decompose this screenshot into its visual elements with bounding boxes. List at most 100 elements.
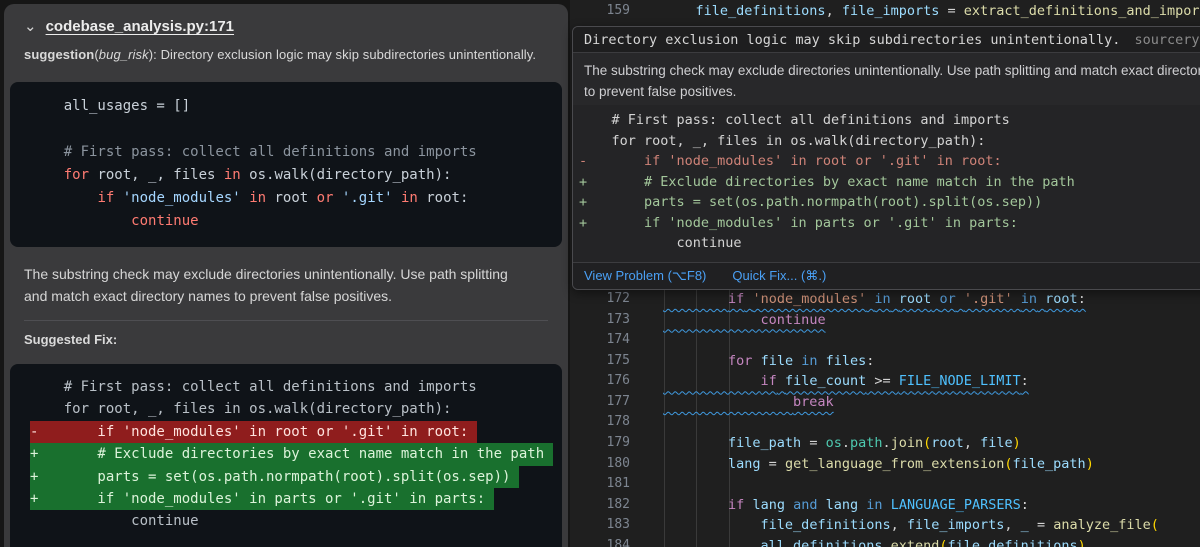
line-content[interactable]: for file in files: xyxy=(663,351,874,372)
diff-line-add: + if 'node_modules' in parts or '.git' i… xyxy=(30,488,562,510)
line-content[interactable]: file_path = os.path.join(root, file) xyxy=(663,433,1021,454)
diagnostic-diff-snippet: # First pass: collect all definitions an… xyxy=(573,105,1200,262)
suggestion-kind: suggestion xyxy=(24,47,94,62)
diagnostic-hover-widget: Directory exclusion logic may skip subdi… xyxy=(572,26,1200,290)
code-line[interactable]: 172 if 'node_modules' in root or '.git' … xyxy=(570,289,1200,310)
gutter-gap xyxy=(630,454,663,475)
line-number[interactable]: 173 xyxy=(570,310,630,331)
diff-line-add: + # Exclude directories by exact name ma… xyxy=(30,443,562,465)
line-content[interactable]: if 'node_modules' in root or '.git' in r… xyxy=(663,289,1086,310)
gutter-gap xyxy=(630,330,663,351)
gutter-gap xyxy=(630,515,663,536)
divider xyxy=(24,320,548,321)
code-line[interactable]: 181 xyxy=(570,474,1200,495)
line-content[interactable]: file_definitions, file_imports = extract… xyxy=(663,1,1200,22)
gutter-gap xyxy=(630,1,663,22)
line-content[interactable]: all_definitions.extend(file_definitions) xyxy=(663,536,1086,547)
gutter-gap xyxy=(630,310,663,331)
diff-line-del: - if 'node_modules' in root or '.git' in… xyxy=(30,421,562,443)
line-number[interactable]: 175 xyxy=(570,351,630,372)
diagnostic-text: Directory exclusion logic may skip subdi… xyxy=(584,32,1120,48)
editor-top-line[interactable]: 159 file_definitions, file_imports = ext… xyxy=(570,1,1200,22)
line-number[interactable]: 183 xyxy=(570,515,630,536)
diagnostic-source: sourcery xyxy=(1134,32,1199,48)
diff-line-add: + parts = set(os.path.normpath(root).spl… xyxy=(579,192,1200,213)
suggested-fix-diff: # First pass: collect all definitions an… xyxy=(10,364,562,547)
diff-line-ctx: for root, _, files in os.walk(directory_… xyxy=(30,398,562,420)
line-number[interactable]: 179 xyxy=(570,433,630,454)
description-line: The substring check may exclude director… xyxy=(584,60,1200,81)
view-problem-link[interactable]: View Problem (⌥F8) xyxy=(584,268,706,284)
review-comment-panel: ⌄ codebase_analysis.py:171 suggestion(bu… xyxy=(4,4,568,547)
gutter-gap xyxy=(630,474,663,495)
code-line[interactable]: 182 if lang and lang in LANGUAGE_PARSERS… xyxy=(570,495,1200,516)
gutter-gap xyxy=(630,392,663,413)
description-line: The substring check may exclude director… xyxy=(24,263,548,285)
info-squiggle: if file_count >= FILE_NODE_LIMIT: xyxy=(663,373,1029,389)
quick-fix-link[interactable]: Quick Fix... (⌘.) xyxy=(732,268,826,284)
gutter-gap xyxy=(630,412,663,433)
diff-line-add: + parts = set(os.path.normpath(root).spl… xyxy=(30,466,562,488)
code-line[interactable]: 183 file_definitions, file_imports, _ = … xyxy=(570,515,1200,536)
code-line[interactable]: 177 break xyxy=(570,392,1200,413)
line-number[interactable]: 178 xyxy=(570,412,630,433)
code-line: continue xyxy=(30,210,562,233)
gutter-gap xyxy=(630,433,663,454)
code-line[interactable]: 175 for file in files: xyxy=(570,351,1200,372)
line-number[interactable]: 180 xyxy=(570,454,630,475)
line-number[interactable]: 177 xyxy=(570,392,630,413)
info-squiggle: if 'node_modules' in root or '.git' in r… xyxy=(663,291,1086,307)
diff-line-ctx: # First pass: collect all definitions an… xyxy=(30,376,562,398)
suggestion-category: bug_risk xyxy=(99,47,149,62)
suggested-fix-label: Suggested Fix: xyxy=(10,332,562,347)
line-content[interactable]: continue xyxy=(663,310,826,331)
description-line: to prevent false positives. xyxy=(584,81,1200,102)
code-line[interactable]: 176 if file_count >= FILE_NODE_LIMIT: xyxy=(570,371,1200,392)
line-number[interactable]: 182 xyxy=(570,495,630,516)
code-line[interactable]: 179 file_path = os.path.join(root, file) xyxy=(570,433,1200,454)
original-code-snippet: all_usages = [] # First pass: collect al… xyxy=(10,82,562,247)
line-number[interactable]: 159 xyxy=(570,1,630,22)
diff-line-ctx: continue xyxy=(579,233,1200,254)
diff-line-ctx: # First pass: collect all definitions an… xyxy=(579,110,1200,131)
line-number[interactable]: 172 xyxy=(570,289,630,310)
line-number[interactable]: 181 xyxy=(570,474,630,495)
chevron-down-icon[interactable]: ⌄ xyxy=(24,19,37,34)
gutter-gap xyxy=(630,289,663,310)
code-line xyxy=(30,118,562,141)
diagnostic-message: Directory exclusion logic may skip subdi… xyxy=(573,27,1200,53)
workbench: 159 file_definitions, file_imports = ext… xyxy=(0,0,1200,547)
line-content[interactable]: if file_count >= FILE_NODE_LIMIT: xyxy=(663,371,1029,392)
suggestion-description: The substring check may exclude director… xyxy=(10,263,562,307)
gutter-gap xyxy=(630,371,663,392)
diff-line-del: - if 'node_modules' in root or '.git' in… xyxy=(579,151,1200,172)
code-line[interactable]: 180 lang = get_language_from_extension(f… xyxy=(570,454,1200,475)
line-content[interactable]: lang = get_language_from_extension(file_… xyxy=(663,454,1094,475)
line-content[interactable]: if lang and lang in LANGUAGE_PARSERS: xyxy=(663,495,1029,516)
diff-line-ctx: for root, _, files in os.walk(directory_… xyxy=(579,131,1200,152)
diff-line-add: + # Exclude directories by exact name ma… xyxy=(579,172,1200,193)
suggestion-summary: suggestion(bug_risk): Directory exclusio… xyxy=(10,35,562,62)
info-squiggle: continue xyxy=(663,312,826,328)
code-line[interactable]: 174 xyxy=(570,330,1200,351)
line-content[interactable]: file_definitions, file_imports, _ = anal… xyxy=(663,515,1159,536)
code-line: if 'node_modules' in root or '.git' in r… xyxy=(30,187,562,210)
file-location-link[interactable]: codebase_analysis.py:171 xyxy=(46,18,234,35)
description-line: and match exact directory names to preve… xyxy=(24,285,548,307)
code-line: # First pass: collect all definitions an… xyxy=(30,141,562,164)
code-line[interactable]: 159 file_definitions, file_imports = ext… xyxy=(570,1,1200,22)
suggestion-text: ): Directory exclusion logic may skip su… xyxy=(149,47,536,62)
gutter-gap xyxy=(630,536,663,547)
gutter-gap xyxy=(630,495,663,516)
line-number[interactable]: 176 xyxy=(570,371,630,392)
diff-line-add: + if 'node_modules' in parts or '.git' i… xyxy=(579,213,1200,234)
line-content[interactable]: break xyxy=(663,392,834,413)
code-line[interactable]: 184 all_definitions.extend(file_definiti… xyxy=(570,536,1200,547)
code-line[interactable]: 173 continue xyxy=(570,310,1200,331)
comment-header: ⌄ codebase_analysis.py:171 xyxy=(10,16,562,35)
line-number[interactable]: 174 xyxy=(570,330,630,351)
editor-code-lines[interactable]: 172 if 'node_modules' in root or '.git' … xyxy=(570,289,1200,547)
line-number[interactable]: 184 xyxy=(570,536,630,547)
gutter-gap xyxy=(630,351,663,372)
code-line[interactable]: 178 xyxy=(570,412,1200,433)
